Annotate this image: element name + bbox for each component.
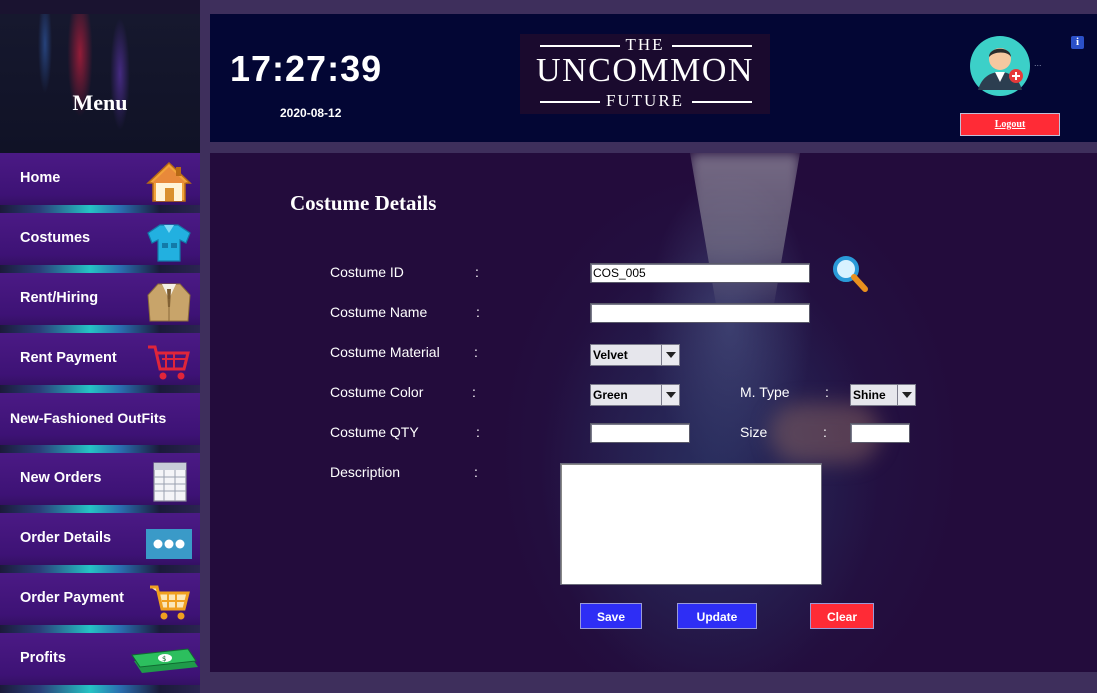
m-type-label: M. Type bbox=[740, 384, 790, 400]
sidebar-item-order-payment[interactable]: Order Payment bbox=[0, 573, 200, 633]
save-button[interactable]: Save bbox=[580, 603, 642, 629]
sidebar-item-label: Rent Payment bbox=[20, 350, 117, 366]
sidebar-item-costumes[interactable]: Costumes bbox=[0, 213, 200, 273]
colon-separator: : bbox=[472, 384, 476, 400]
main-panel: Costume Details Costume ID : Costume Nam… bbox=[210, 153, 1097, 672]
suit-jacket-icon bbox=[147, 283, 191, 322]
costume-material-label: Costume Material bbox=[330, 344, 440, 360]
m-type-value: Shine bbox=[853, 388, 886, 402]
colon-separator: : bbox=[476, 424, 480, 440]
description-label: Description bbox=[330, 464, 401, 480]
sidebar-item-label: Home bbox=[20, 170, 61, 186]
chevron-down-icon[interactable] bbox=[661, 385, 679, 405]
logout-label: Logout bbox=[994, 119, 1026, 130]
page-title: Costume Details bbox=[290, 191, 437, 215]
clear-button[interactable]: Clear bbox=[810, 603, 874, 629]
costume-name-label: Costume Name bbox=[330, 304, 428, 320]
background-suit-image bbox=[690, 153, 800, 313]
size-input[interactable] bbox=[850, 423, 910, 443]
brand-logo: THE UNCOMMON FUTURE bbox=[520, 34, 770, 114]
chevron-down-icon[interactable] bbox=[661, 345, 679, 365]
costume-qty-input[interactable] bbox=[590, 423, 690, 443]
colon-separator: : bbox=[475, 264, 479, 280]
shopping-cart-icon bbox=[150, 585, 190, 620]
user-name-truncated: ... bbox=[1034, 58, 1042, 68]
costume-color-value: Green bbox=[593, 388, 628, 402]
sidebar-item-label: Order Payment bbox=[20, 590, 124, 606]
clock-date: 2020-08-12 bbox=[280, 106, 342, 120]
costume-material-value: Velvet bbox=[593, 348, 628, 362]
house-icon bbox=[146, 161, 192, 202]
shirt-icon bbox=[147, 224, 191, 262]
spreadsheet-icon bbox=[153, 462, 187, 502]
sidebar-item-profits[interactable]: Profits $ bbox=[0, 633, 200, 693]
costume-material-select[interactable]: Velvet bbox=[590, 344, 680, 366]
costume-color-select[interactable]: Green bbox=[590, 384, 680, 406]
more-dots-icon bbox=[146, 529, 192, 559]
sidebar-item-label: Profits bbox=[20, 650, 66, 666]
costume-qty-label: Costume QTY bbox=[330, 424, 419, 440]
sidebar-item-rent-hiring[interactable]: Rent/Hiring bbox=[0, 273, 200, 333]
size-label: Size bbox=[740, 424, 768, 440]
colon-separator: : bbox=[474, 344, 478, 360]
colon-separator: : bbox=[474, 464, 478, 480]
top-header: 17:27:39 2020-08-12 THE UNCOMMON FUTURE … bbox=[210, 14, 1097, 142]
m-type-select[interactable]: Shine bbox=[850, 384, 916, 406]
colon-separator: : bbox=[476, 304, 480, 320]
sidebar: Menu Home Costumes Rent/Hiring Rent Paym… bbox=[0, 0, 200, 693]
sidebar-item-label: Order Details bbox=[20, 530, 112, 546]
sidebar-item-new-fashioned-outfits[interactable]: New-Fashioned OutFits bbox=[0, 393, 200, 453]
description-textarea[interactable] bbox=[560, 463, 822, 585]
sidebar-item-label: New Orders bbox=[20, 470, 102, 486]
logo-future-text: FUTURE bbox=[605, 91, 685, 110]
info-icon[interactable]: i bbox=[1071, 36, 1084, 49]
sidebar-item-home[interactable]: Home bbox=[0, 153, 200, 213]
costume-color-label: Costume Color bbox=[330, 384, 424, 400]
logout-button[interactable]: Logout bbox=[960, 113, 1060, 136]
sidebar-item-order-details[interactable]: Order Details bbox=[0, 513, 200, 573]
shopping-cart-icon bbox=[148, 345, 190, 380]
sidebar-item-label: Costumes bbox=[20, 230, 91, 246]
costume-name-input[interactable] bbox=[590, 303, 810, 323]
menu-title: Menu bbox=[72, 90, 128, 115]
menu-header: Menu bbox=[0, 14, 200, 153]
logo-main-text: UNCOMMON bbox=[536, 52, 754, 89]
chevron-down-icon[interactable] bbox=[897, 385, 915, 405]
costume-id-label: Costume ID bbox=[330, 264, 404, 280]
svg-text:$: $ bbox=[162, 655, 166, 663]
costume-id-input[interactable] bbox=[590, 263, 810, 283]
update-button[interactable]: Update bbox=[677, 603, 757, 629]
search-icon[interactable] bbox=[830, 253, 870, 295]
money-stack-icon: $ bbox=[131, 648, 198, 673]
clock-time: 17:27:39 bbox=[230, 48, 383, 89]
user-avatar-icon[interactable] bbox=[968, 34, 1032, 98]
sidebar-item-label: Rent/Hiring bbox=[20, 290, 99, 306]
colon-separator: : bbox=[823, 424, 827, 440]
colon-separator: : bbox=[825, 384, 829, 400]
sidebar-item-rent-payment[interactable]: Rent Payment bbox=[0, 333, 200, 393]
sidebar-item-new-orders[interactable]: New Orders bbox=[0, 453, 200, 513]
sidebar-item-label: New-Fashioned OutFits bbox=[10, 410, 167, 426]
